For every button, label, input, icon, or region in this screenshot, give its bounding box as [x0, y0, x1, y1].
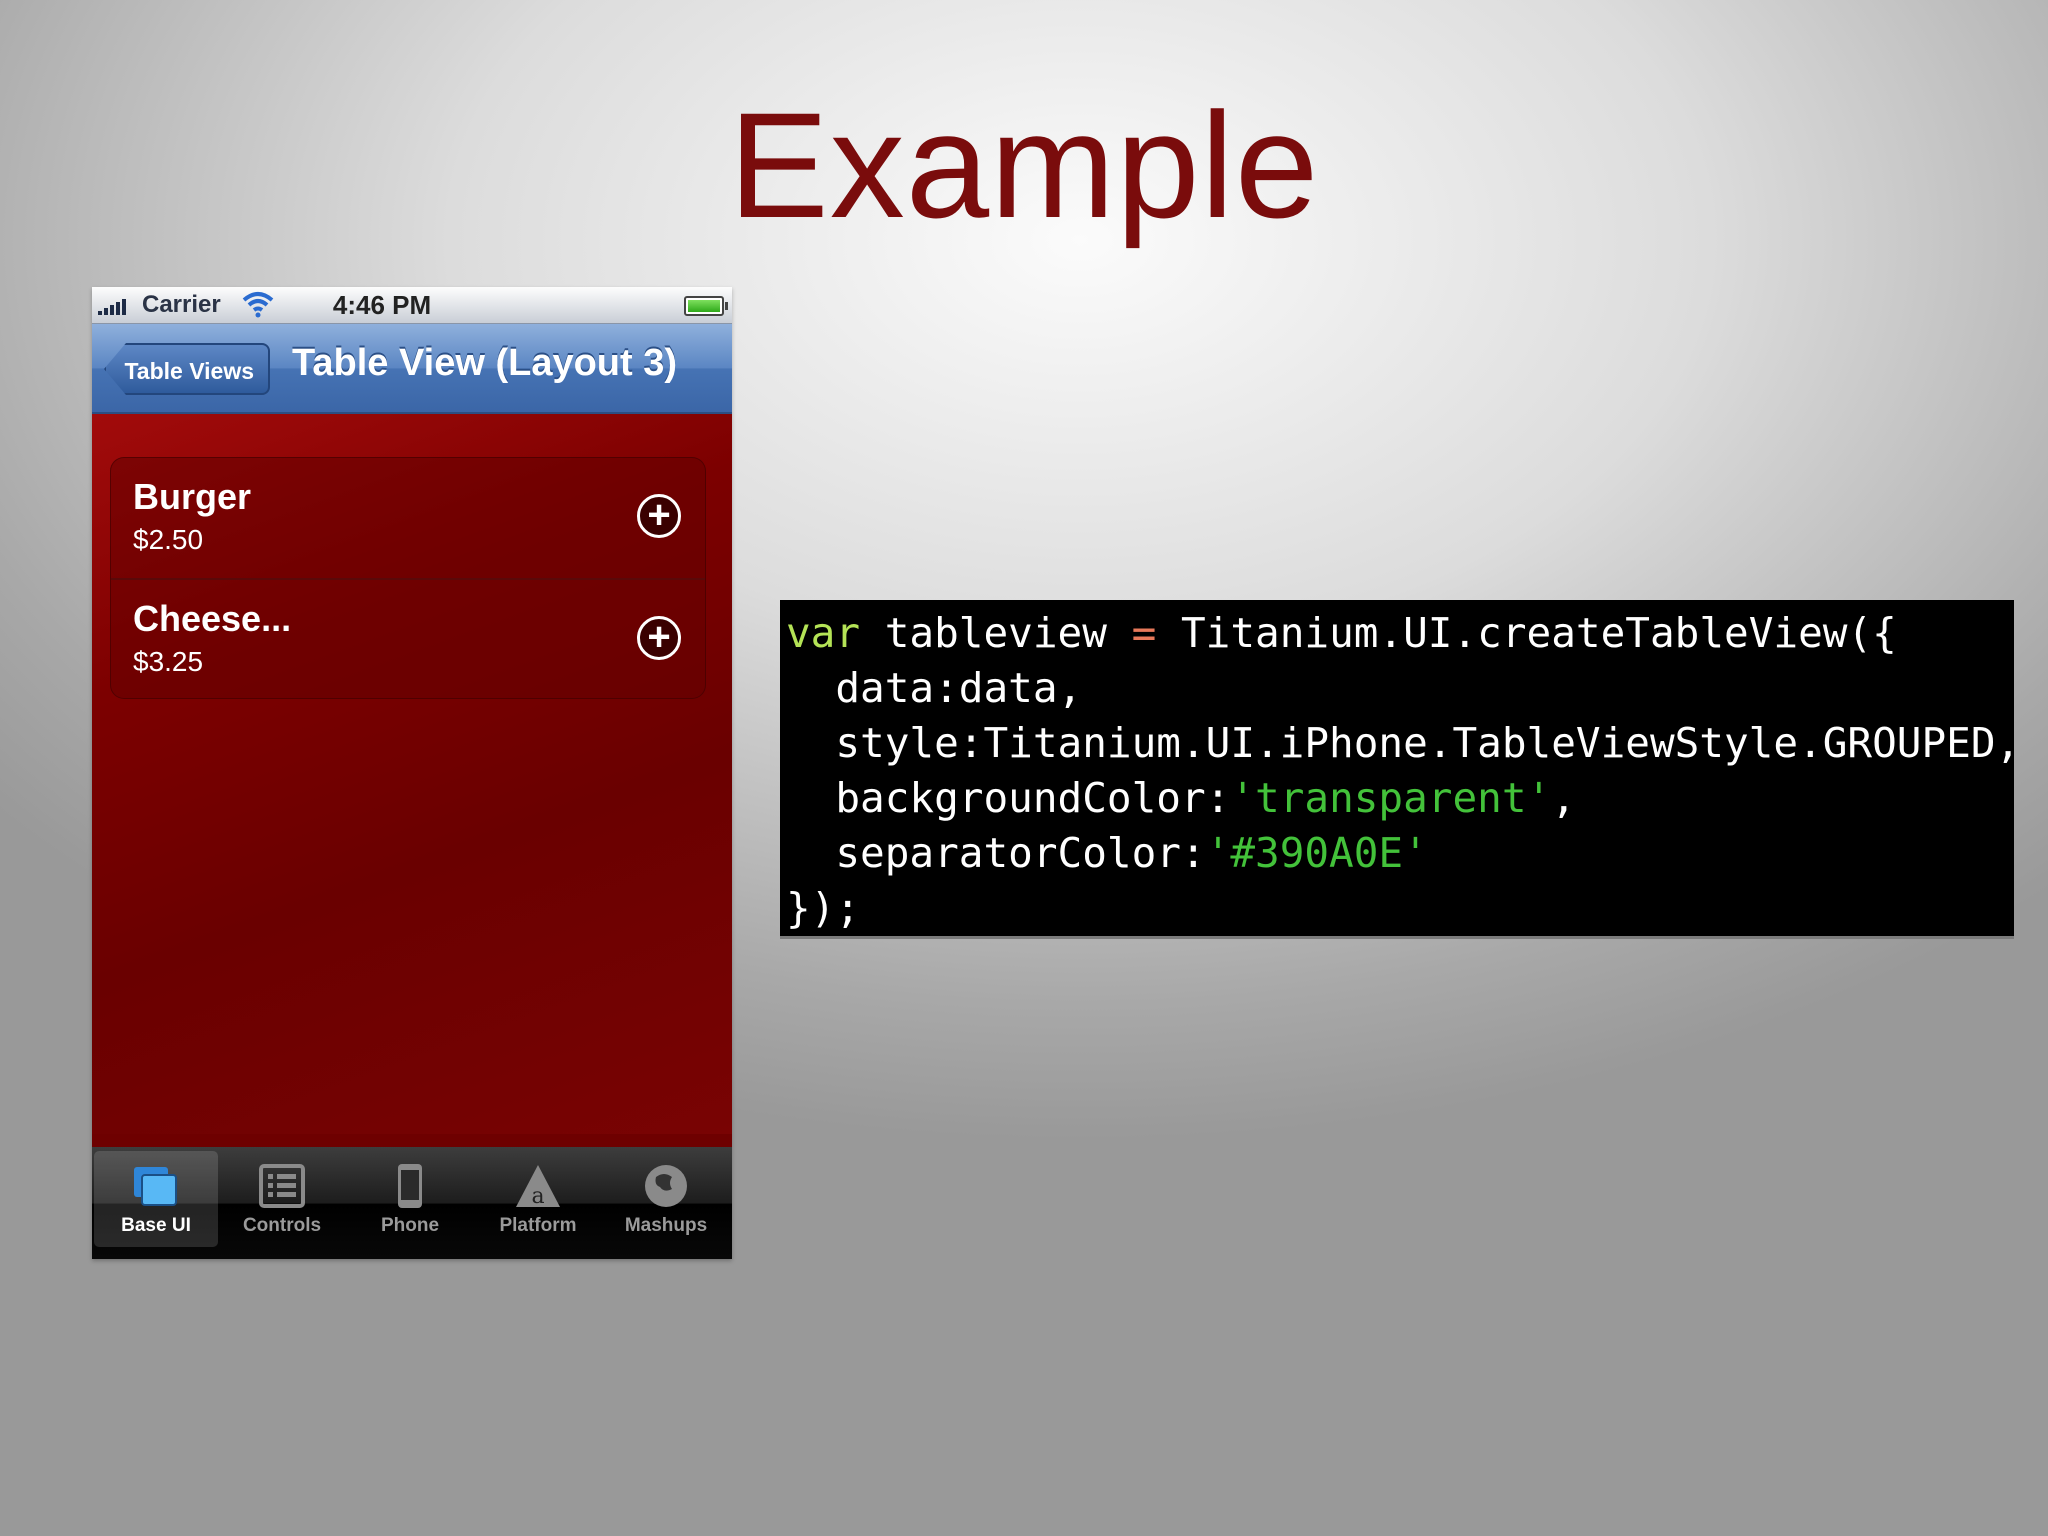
tab-label: Base UI [121, 1215, 191, 1236]
code-text: , [1551, 774, 1576, 822]
code-text: backgroundColor: [786, 774, 1231, 822]
code-block: var tableview = Titanium.UI.createTableV… [780, 600, 2020, 936]
tab-label: Phone [380, 1215, 440, 1236]
phone-icon [398, 1164, 422, 1208]
battery-icon [684, 296, 728, 316]
status-time: 4:46 PM [332, 290, 432, 320]
code-text: tableview [860, 609, 1132, 657]
tab-phone[interactable]: Phone [348, 1151, 472, 1247]
code-listing: var tableview = Titanium.UI.createTableV… [786, 606, 2020, 936]
back-button[interactable]: Table Views [104, 343, 270, 395]
table-row[interactable]: Burger $2.50 + [111, 458, 705, 578]
code-keyword: var [786, 609, 861, 657]
table-row[interactable]: Cheese... $3.25 + [111, 578, 705, 700]
table-group: Burger $2.50 + Cheese... $3.25 + [110, 457, 706, 699]
tab-label: Mashups [624, 1215, 708, 1236]
row-name: Burger [133, 476, 252, 517]
tab-base-ui[interactable]: Base UI [94, 1151, 218, 1247]
tab-label: Platform [499, 1215, 577, 1236]
controls-icon [259, 1164, 305, 1208]
table-view: Burger $2.50 + Cheese... $3.25 + [92, 414, 732, 1134]
svg-text:a: a [531, 1184, 544, 1209]
code-text: separatorColor: [786, 829, 1206, 877]
tab-mashups[interactable]: Mashups [604, 1151, 728, 1247]
row-name: Cheese... [133, 598, 292, 639]
add-icon[interactable]: + [637, 616, 681, 660]
tab-label: Controls [242, 1215, 322, 1236]
code-string: 'transparent' [1230, 774, 1552, 822]
tab-controls[interactable]: Controls [220, 1151, 344, 1247]
status-bar: Carrier 4:46 PM [92, 287, 732, 324]
tab-platform[interactable]: a Platform [476, 1151, 600, 1247]
code-operator: = [1131, 609, 1157, 657]
iphone-screenshot: Carrier 4:46 PM Table Views Table View (… [92, 287, 732, 1259]
row-price: $2.50 [133, 524, 204, 555]
code-text: style:Titanium.UI.iPhone.TableViewStyle.… [786, 719, 2021, 767]
platform-icon: a [516, 1165, 560, 1209]
tab-bar: Base UI Controls Phone a Platform Mashup… [92, 1147, 732, 1259]
nav-title: Table View (Layout 3) [292, 342, 678, 384]
base-ui-icon [134, 1167, 177, 1206]
slide-title: Example [728, 81, 1320, 249]
code-string: '#390A0E' [1205, 829, 1428, 877]
add-icon[interactable]: + [637, 494, 681, 538]
code-text: data:data, [786, 664, 1083, 712]
mashups-icon [645, 1165, 687, 1207]
code-text: }); [786, 884, 861, 932]
navigation-bar: Table Views Table View (Layout 3) [92, 324, 732, 414]
row-price: $3.25 [133, 646, 204, 677]
code-text: Titanium.UI.createTableView({ [1156, 609, 1897, 657]
